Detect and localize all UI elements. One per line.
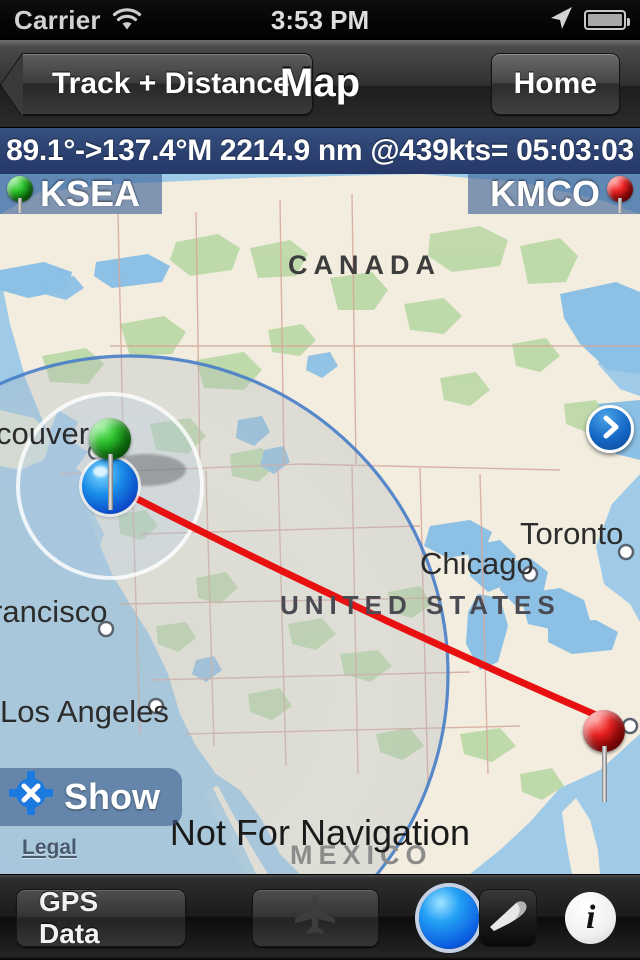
status-bar: Carrier 3:53 PM: [0, 0, 640, 40]
show-button-label: Show: [64, 776, 160, 817]
page-curl-button[interactable]: [478, 888, 538, 947]
gps-data-button[interactable]: GPS Data: [16, 885, 187, 949]
svg-text:Chicago: Chicago: [420, 546, 534, 581]
chevron-right-icon: [597, 414, 623, 445]
next-arrow-button[interactable]: [586, 405, 634, 453]
destination-pin-kmco[interactable]: [583, 710, 625, 802]
show-button[interactable]: Show: [0, 768, 182, 826]
flight-info-bar: 89.1°->137.4°M 2214.9 nm @439kts= 05:03:…: [0, 128, 640, 174]
svg-text:MEXICO: MEXICO: [290, 840, 433, 870]
crosshair-x-icon: [8, 770, 54, 825]
info-button[interactable]: i: [565, 891, 616, 944]
airplane-icon: [292, 893, 338, 942]
svg-text:Toronto: Toronto: [520, 516, 623, 551]
page-title: Map: [280, 61, 360, 105]
page-curl-icon: [486, 897, 530, 938]
svg-text:rancisco: rancisco: [0, 594, 107, 629]
battery-icon: [584, 10, 630, 30]
clock-label: 3:53 PM: [270, 4, 370, 35]
svg-text:Los Angeles: Los Angeles: [0, 694, 169, 729]
blue-location-dot-button[interactable]: [418, 886, 479, 949]
svg-text:UNITED STATES: UNITED STATES: [280, 590, 561, 620]
gps-data-label: GPS Data: [39, 885, 100, 949]
bottom-toolbar: GPS Data i: [0, 874, 640, 960]
svg-text:couver: couver: [0, 416, 89, 451]
legal-link[interactable]: Legal: [22, 836, 77, 860]
origin-pin-ksea[interactable]: [89, 418, 131, 510]
app-screen: Carrier 3:53 PM Track + Distance Map Hom…: [0, 0, 640, 960]
navigation-bar: Track + Distance Map Home: [0, 40, 640, 128]
svg-text:CANADA: CANADA: [288, 250, 441, 280]
info-icon: i: [585, 898, 596, 936]
airplane-button[interactable]: [252, 888, 379, 947]
